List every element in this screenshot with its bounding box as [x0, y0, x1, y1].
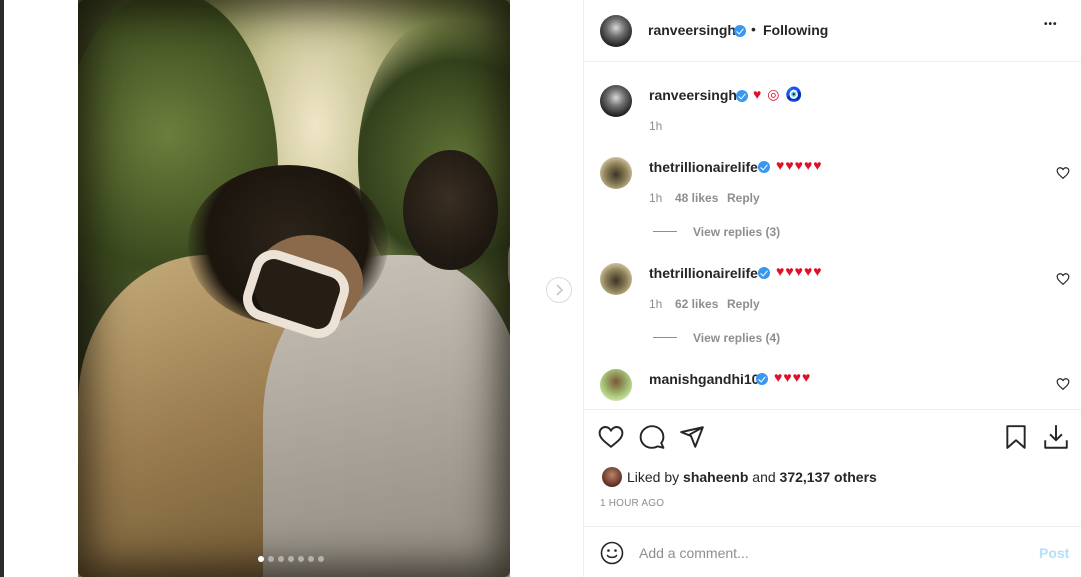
heart-outline-icon[interactable]	[1056, 272, 1070, 286]
window-edge	[0, 0, 4, 577]
liked-by-user[interactable]: shaheenb	[683, 469, 748, 485]
carousel-dot	[268, 556, 274, 562]
like-heart-icon[interactable]	[598, 425, 624, 449]
caption-avatar[interactable]	[600, 85, 632, 117]
carousel-dots	[258, 556, 324, 562]
comment-time: 1h	[649, 297, 663, 311]
post-photo[interactable]	[78, 0, 510, 577]
caption-time: 1h	[649, 119, 663, 133]
comment-likes[interactable]: 62 likes	[675, 297, 718, 311]
commenter-avatar[interactable]	[600, 157, 632, 189]
reply-button[interactable]: Reply	[727, 191, 760, 205]
author-username[interactable]: ranveersingh	[648, 22, 736, 38]
commenter-username[interactable]: thetrillionairelife	[649, 159, 758, 175]
verified-badge-icon	[758, 161, 770, 173]
chevron-right-icon	[556, 284, 564, 296]
caption-text: ♥ ◎ 🧿	[753, 86, 804, 102]
verified-badge-icon	[756, 373, 768, 385]
emoji-smiley-icon[interactable]	[600, 541, 624, 565]
post-timestamp[interactable]: 1 HOUR AGO	[600, 498, 664, 509]
liker-avatar[interactable]	[602, 467, 622, 487]
heart-outline-icon[interactable]	[1056, 166, 1070, 180]
carousel-dot	[308, 556, 314, 562]
post-header: ranveersingh • Following •••	[584, 0, 1081, 62]
carousel-dot	[258, 556, 264, 562]
replies-divider	[653, 337, 677, 338]
verified-badge-icon	[734, 25, 746, 37]
comment-text: ♥♥♥♥♥	[776, 263, 823, 279]
verified-badge-icon	[736, 90, 748, 102]
author-avatar[interactable]	[600, 15, 632, 47]
post-comment-button[interactable]: Post	[1039, 545, 1069, 561]
liked-by-text[interactable]: Liked by shaheenb and 372,137 others	[627, 469, 877, 485]
comment-text: ♥♥♥♥	[774, 369, 812, 385]
comment-bubble-icon[interactable]	[639, 424, 665, 450]
post-actions: Liked by shaheenb and 372,137 others 1 H…	[584, 409, 1081, 526]
comment-time: 1h	[649, 191, 663, 205]
comment-text: ♥♥♥♥♥	[776, 157, 823, 173]
verified-badge-icon	[758, 267, 770, 279]
separator-bullet: •	[751, 21, 756, 37]
caption-username[interactable]: ranveersingh	[649, 87, 737, 103]
commenter-avatar[interactable]	[600, 263, 632, 295]
comment-likes[interactable]: 48 likes	[675, 191, 718, 205]
commenter-username[interactable]: thetrillionairelife	[649, 265, 758, 281]
carousel-dot	[288, 556, 294, 562]
next-slide-button[interactable]	[546, 277, 572, 303]
more-options-icon[interactable]: •••	[1044, 19, 1058, 30]
view-replies-button[interactable]: View replies (4)	[693, 331, 780, 345]
liked-by-prefix: Liked by	[627, 469, 680, 485]
carousel-dot	[278, 556, 284, 562]
commenter-avatar[interactable]	[600, 369, 632, 401]
carousel-dot	[318, 556, 324, 562]
view-replies-button[interactable]: View replies (3)	[693, 225, 780, 239]
comment-composer: Post	[584, 526, 1081, 577]
reply-button[interactable]: Reply	[727, 297, 760, 311]
bookmark-save-icon[interactable]	[1005, 424, 1027, 450]
download-icon[interactable]	[1043, 423, 1069, 451]
heart-outline-icon[interactable]	[1056, 377, 1070, 391]
carousel-dot	[298, 556, 304, 562]
commenter-username[interactable]: manishgandhi10	[649, 371, 759, 387]
liked-by-others[interactable]: 372,137 others	[780, 469, 877, 485]
share-send-icon[interactable]	[679, 424, 705, 450]
following-button[interactable]: Following	[763, 22, 828, 38]
comment-input[interactable]	[639, 543, 1019, 563]
replies-divider	[653, 231, 677, 232]
liked-by-connector: and	[752, 469, 776, 485]
photo-vignette	[78, 0, 510, 577]
post-side-panel: ranveersingh • Following ••• ranveersing…	[583, 0, 1081, 577]
